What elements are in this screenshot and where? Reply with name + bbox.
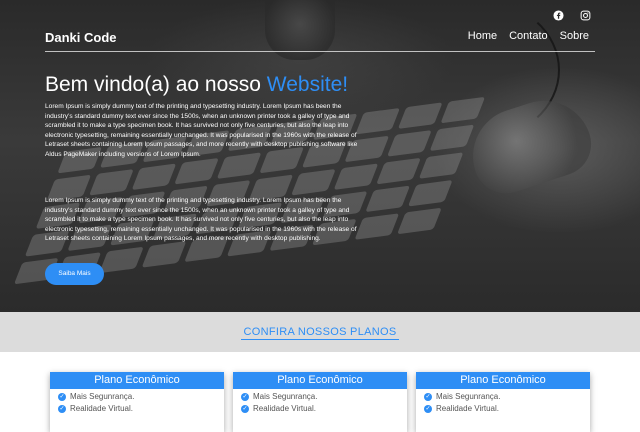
site-header: Danki Code Home Contato Sobre (45, 24, 595, 52)
plans-title: CONFIRA NOSSOS PLANOS (241, 326, 399, 340)
plan-feature: ✓ Realidade Virtual. (416, 404, 590, 413)
check-circle-icon: ✓ (424, 392, 432, 401)
social-links (553, 8, 591, 21)
check-circle-icon: ✓ (241, 392, 249, 401)
plan-card[interactable]: Plano Econômico ✓ Mais Segunrança. ✓ Reali… (416, 372, 590, 432)
check-circle-icon: ✓ (424, 404, 432, 413)
hero-title-prefix: Bem vindo(a) ao nosso (45, 73, 267, 96)
nav-sobre[interactable]: Sobre (560, 30, 589, 42)
check-circle-icon: ✓ (241, 404, 249, 413)
saiba-mais-button[interactable]: Saiba Mais (45, 263, 104, 285)
plan-feature-label: Mais Segunrança. (436, 392, 501, 401)
plan-feature-label: Realidade Virtual. (436, 404, 500, 413)
hero-title: Bem vindo(a) ao nosso Website! (45, 73, 348, 97)
plan-card-title: Plano Econômico (50, 372, 224, 389)
main-nav: Home Contato Sobre (468, 30, 589, 42)
hero-paragraph-2: Lorem Ipsum is simply dummy text of the … (45, 197, 357, 243)
check-circle-icon: ✓ (58, 392, 66, 401)
plan-feature: ✓ Realidade Virtual. (50, 404, 224, 413)
plan-card[interactable]: Plano Econômico ✓ Mais Segunrança. ✓ Reali… (50, 372, 224, 432)
nav-home[interactable]: Home (468, 30, 497, 42)
hero-section: Danki Code Home Contato Sobre Bem vindo(… (0, 0, 640, 312)
plan-feature-label: Mais Segunrança. (253, 392, 318, 401)
plan-feature: ✓ Realidade Virtual. (233, 404, 407, 413)
hero-paragraph-1: Lorem Ipsum is simply dummy text of the … (45, 103, 358, 158)
instagram-icon[interactable] (580, 8, 591, 21)
plan-card-title: Plano Econômico (233, 372, 407, 389)
plan-card[interactable]: Plano Econômico ✓ Mais Segunrança. ✓ Reali… (233, 372, 407, 432)
plan-feature: ✓ Mais Segunrança. (416, 392, 590, 401)
check-circle-icon: ✓ (58, 404, 66, 413)
plan-feature-label: Realidade Virtual. (253, 404, 317, 413)
plan-feature: ✓ Mais Segunrança. (50, 392, 224, 401)
nav-contato[interactable]: Contato (509, 30, 548, 42)
plan-feature-label: Realidade Virtual. (70, 404, 134, 413)
plan-feature: ✓ Mais Segunrança. (233, 392, 407, 401)
facebook-icon[interactable] (553, 8, 564, 21)
plan-feature-label: Mais Segunrança. (70, 392, 135, 401)
plan-card-title: Plano Econômico (416, 372, 590, 389)
hero-title-accent: Website! (266, 73, 349, 96)
logo[interactable]: Danki Code (45, 30, 117, 45)
plans-section-header: CONFIRA NOSSOS PLANOS (0, 312, 640, 352)
plans-cards: Plano Econômico ✓ Mais Segunrança. ✓ Reali… (0, 352, 640, 432)
